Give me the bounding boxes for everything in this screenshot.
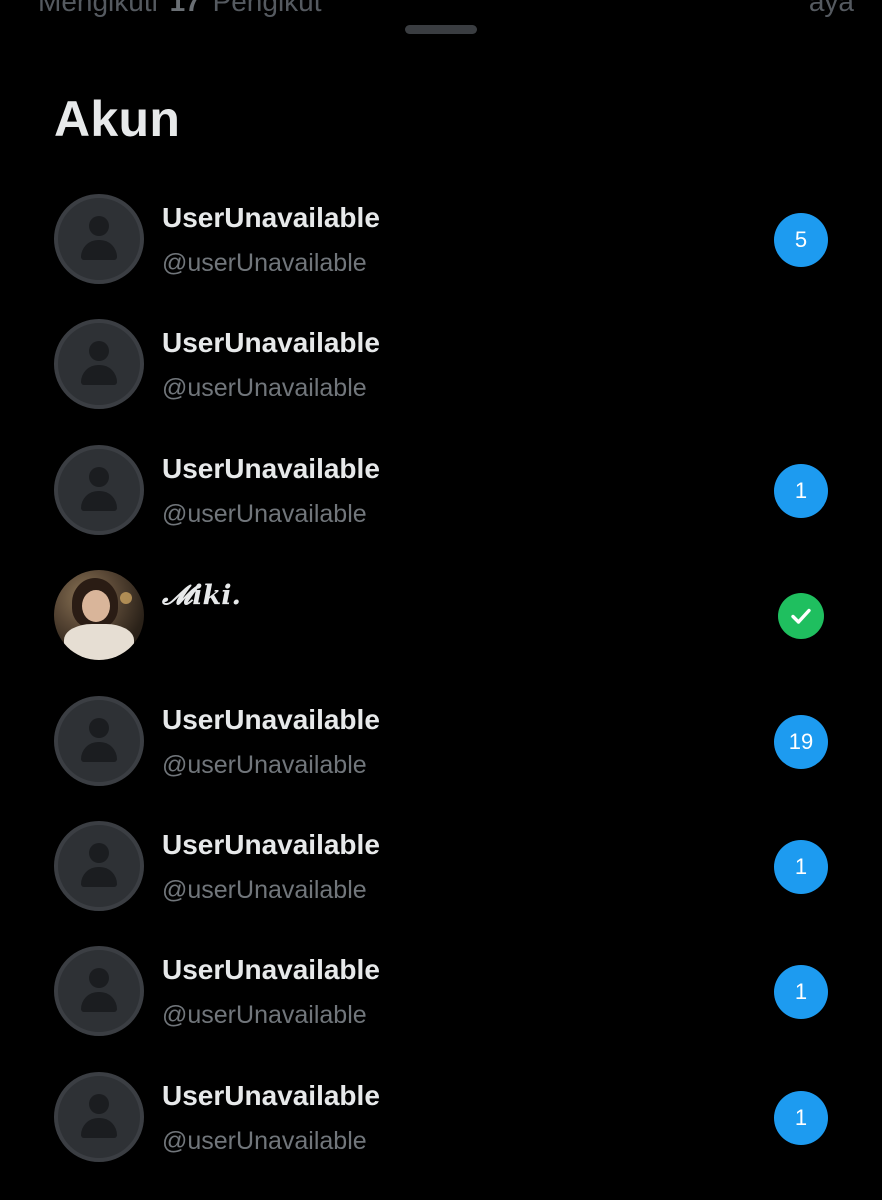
account-display-name: UserUnavailable xyxy=(162,954,380,986)
account-display-name: UserUnavailable xyxy=(162,828,380,860)
profile-photo xyxy=(54,570,144,661)
default-avatar-icon xyxy=(54,194,144,284)
account-display-name: UserUnavailable xyxy=(162,1079,380,1111)
account-handle: @userUnavailable xyxy=(162,499,367,528)
account-row[interactable]: UserUnavailable @userUnavailable 1 xyxy=(0,803,882,928)
account-handle: @userUnavailable xyxy=(162,875,367,904)
account-row[interactable]: UserUnavailable @userUnavailable 19 xyxy=(0,678,882,803)
following-label: Mengikuti xyxy=(38,0,158,17)
account-handle: @userUnavailable xyxy=(162,1126,367,1155)
default-avatar-icon xyxy=(54,695,144,786)
unread-count-badge: 1 xyxy=(774,965,828,1020)
unread-count-badge: 1 xyxy=(774,1090,828,1145)
account-row-current[interactable]: 𝓜iki. xyxy=(0,552,882,677)
unread-count-badge: 1 xyxy=(774,839,828,894)
account-row[interactable]: UserUnavailable @userUnavailable 1 xyxy=(0,928,882,1053)
account-display-name: UserUnavailable xyxy=(162,327,380,359)
account-display-name: UserUnavailable xyxy=(162,202,380,233)
account-handle: @userUnavailable xyxy=(162,750,367,779)
check-circle-icon xyxy=(778,593,824,640)
default-avatar-icon xyxy=(54,444,144,535)
account-handle: @userUnavailable xyxy=(162,374,367,403)
unread-count-badge: 19 xyxy=(774,714,828,769)
account-handle: @userUnavailable xyxy=(162,249,367,277)
background-right-text: aya xyxy=(808,0,854,17)
account-display-name: UserUnavailable xyxy=(162,452,380,484)
account-display-name: 𝓜iki. xyxy=(162,580,241,612)
default-avatar-icon xyxy=(54,319,144,410)
account-row[interactable]: UserUnavailable @userUnavailable 1 xyxy=(0,427,882,552)
background-profile-stats: Mengikuti 17 Pengikut aya xyxy=(0,0,882,17)
default-avatar-icon xyxy=(54,1071,144,1162)
account-row[interactable]: UserUnavailable @userUnavailable 1 xyxy=(0,1054,882,1179)
followers-count: 17 xyxy=(169,0,201,17)
followers-label: Pengikut xyxy=(212,0,322,17)
unread-count-badge: 1 xyxy=(774,463,828,518)
account-list: UserUnavailable @userUnavailable 5 UserU… xyxy=(0,176,882,1179)
account-display-name: UserUnavailable xyxy=(162,703,380,735)
following-stats: Mengikuti 17 Pengikut xyxy=(38,0,322,18)
account-row[interactable]: UserUnavailable @userUnavailable 5 xyxy=(0,176,882,301)
sheet-title: Akun xyxy=(54,91,181,147)
default-avatar-icon xyxy=(54,946,144,1037)
sheet-drag-handle[interactable] xyxy=(405,25,477,34)
account-row[interactable]: UserUnavailable @userUnavailable xyxy=(0,301,882,426)
account-handle: @userUnavailable xyxy=(162,1001,367,1030)
default-avatar-icon xyxy=(54,820,144,911)
unread-count-badge: 5 xyxy=(774,213,828,267)
